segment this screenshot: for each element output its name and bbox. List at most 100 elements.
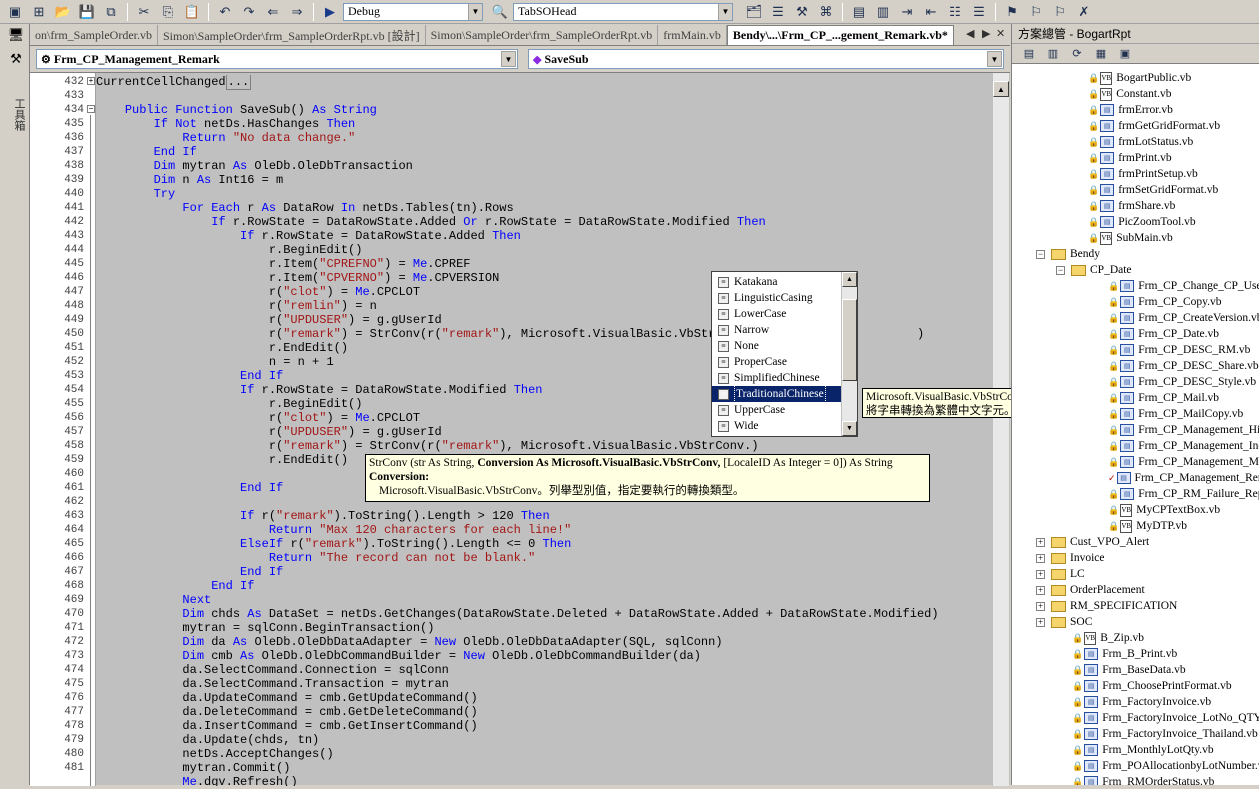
expand-icon[interactable]: + bbox=[1036, 617, 1045, 627]
tree-file-node[interactable]: 🔒▤Frm_CP_Change_CP_User.vb bbox=[1108, 278, 1259, 294]
tree-folder-node[interactable]: − CP_Date bbox=[1056, 262, 1132, 278]
tree-file-node[interactable]: 🔒 ▤ Frm_B_Print.vb bbox=[1072, 646, 1177, 662]
code-line[interactable]: End If bbox=[96, 579, 992, 593]
tree-file-node[interactable]: 🔒 ▤ Frm_FactoryInvoice_Thailand.vb bbox=[1072, 726, 1258, 742]
intellisense-item[interactable]: ≡ TraditionalChinese bbox=[712, 385, 857, 403]
scroll-down-icon[interactable]: ▼ bbox=[842, 421, 857, 436]
tree-file-node[interactable]: 🔒▤Frm_CP_Management_Inquir bbox=[1108, 438, 1259, 454]
tree-file-node[interactable]: 🔒 ▤ frmGetGridFormat.vb bbox=[1088, 118, 1220, 134]
tree-file-node[interactable]: 🔒 ▤ frmSetGridFormat.vb bbox=[1088, 182, 1218, 198]
tree-file-node[interactable]: 🔒 ▤ frmPrint.vb bbox=[1088, 150, 1172, 166]
tree-folder-node[interactable]: + OrderPlacement bbox=[1036, 582, 1145, 598]
chevron-down-icon[interactable]: ▼ bbox=[468, 3, 482, 20]
code-line[interactable]: If Not netDs.HasChanges Then bbox=[96, 117, 992, 131]
tree-file-node[interactable]: 🔒 ▤ Frm_CP_DESC_Style.vb bbox=[1108, 374, 1256, 390]
code-line[interactable]: Try bbox=[96, 187, 992, 201]
code-line[interactable]: If r.RowState = DataRowState.Added Or r.… bbox=[96, 215, 992, 229]
code-line[interactable]: da.InsertCommand = cmb.GetInsertCommand(… bbox=[96, 719, 992, 733]
tree-file-node[interactable]: 🔒 ▤ frmShare.vb bbox=[1088, 198, 1175, 214]
expand-icon[interactable]: + bbox=[1036, 553, 1045, 563]
tree-file-node[interactable]: 🔒 VB SubMain.vb bbox=[1088, 230, 1173, 246]
tree-folder-node[interactable]: + SOC bbox=[1036, 614, 1092, 630]
uncomment-icon[interactable]: ☰ bbox=[968, 2, 990, 22]
code-line[interactable]: r.BeginEdit() bbox=[96, 243, 992, 257]
code-line[interactable]: Return "Max 120 characters for each line… bbox=[96, 523, 992, 537]
code-line[interactable]: CurrentCellChanged... bbox=[96, 75, 992, 90]
expand-icon[interactable]: + bbox=[1036, 537, 1045, 547]
properties-icon[interactable]: ☰ bbox=[767, 2, 789, 22]
chevron-down-icon[interactable]: ▼ bbox=[987, 51, 1002, 67]
tree-file-node[interactable]: 🔒 ▤ PicZoomTool.vb bbox=[1088, 214, 1196, 230]
tree-file-node[interactable]: 🔒 VB B_Zip.vb bbox=[1072, 630, 1144, 646]
expand-icon[interactable]: + bbox=[1036, 585, 1045, 595]
intellisense-item[interactable]: ≡ LowerCase bbox=[712, 306, 857, 322]
code-line[interactable]: Dim da As OleDb.OleDbDataAdapter = New O… bbox=[96, 635, 992, 649]
undo-icon[interactable]: ↶ bbox=[214, 2, 236, 22]
solution-tree[interactable]: 🔒 VB BogartPublic.vb 🔒 VB Constant.vb 🔒 ▤ frmErr… bbox=[1012, 68, 1259, 785]
tree-file-node[interactable]: 🔒 ▤ Frm_BaseData.vb bbox=[1072, 662, 1186, 678]
code-line[interactable]: Next bbox=[96, 593, 992, 607]
tree-file-node[interactable]: 🔒▤Frm_CP_RM_Failure_Report bbox=[1108, 486, 1259, 502]
intellisense-list[interactable]: ≡ Katakana ≡ LinguisticCasing ≡ LowerCase ≡ Nar… bbox=[711, 271, 858, 437]
code-line[interactable]: If r("remark").ToString().Length > 120 T… bbox=[96, 509, 992, 523]
code-line[interactable]: da.UpdateCommand = cmb.GetUpdateCommand(… bbox=[96, 691, 992, 705]
refresh-icon[interactable]: ⟳ bbox=[1068, 46, 1086, 62]
document-tab[interactable]: Simon\SampleOrder\frm_SampleOrderRpt.vb bbox=[426, 25, 659, 45]
show-all-files-icon[interactable]: ▥ bbox=[1044, 46, 1062, 62]
tree-file-node[interactable]: 🔒 ▤ Frm_CP_DESC_Share.vb bbox=[1108, 358, 1259, 374]
code-line[interactable]: Dim chds As DataSet = netDs.GetChanges(D… bbox=[96, 607, 992, 621]
code-line[interactable]: End If bbox=[96, 145, 992, 159]
tree-file-node[interactable]: 🔒▤Frm_CP_Management_Maint bbox=[1108, 454, 1259, 470]
tree-file-node[interactable]: 🔒 VB MyDTP.vb bbox=[1108, 518, 1187, 534]
intellisense-item[interactable]: ≡ Wide bbox=[712, 418, 857, 434]
chevron-down-icon[interactable]: ▼ bbox=[718, 3, 732, 20]
tree-folder-node[interactable]: − Bendy bbox=[1036, 246, 1100, 262]
start-icon[interactable]: ▶ bbox=[319, 2, 341, 22]
expand-icon[interactable]: + bbox=[1036, 601, 1045, 611]
scroll-up-icon[interactable]: ▲ bbox=[993, 81, 1009, 97]
intellisense-item[interactable]: ≡ None bbox=[712, 338, 857, 354]
tree-file-node[interactable]: 🔒 ▤ Frm_POAllocationbyLotNumber.v bbox=[1072, 758, 1259, 774]
cut-icon[interactable]: ✂ bbox=[133, 2, 155, 22]
paste-icon[interactable]: 📋 bbox=[181, 2, 203, 22]
code-line[interactable]: mytran = sqlConn.BeginTransaction() bbox=[96, 621, 992, 635]
copy-icon[interactable]: ⎘ bbox=[157, 2, 179, 22]
chevron-down-icon[interactable]: ▼ bbox=[501, 51, 516, 67]
tree-file-node[interactable]: 🔒 ▤ Frm_CP_Mail.vb bbox=[1108, 390, 1219, 406]
comment-icon[interactable]: ☷ bbox=[944, 2, 966, 22]
tree-file-node[interactable]: 🔒 ▤ frmLotStatus.vb bbox=[1088, 134, 1193, 150]
code-editor[interactable]: 432 433 434 435 436 437 438 439 440 441 442 443 444 4… bbox=[30, 72, 1010, 786]
solution-explorer-icon[interactable]: 🗂 bbox=[743, 2, 765, 22]
new-project-icon[interactable]: ▣ bbox=[4, 2, 26, 22]
tree-file-node[interactable]: 🔒 VB Constant.vb bbox=[1088, 86, 1171, 102]
code-line[interactable]: da.DeleteCommand = cmb.GetDeleteCommand(… bbox=[96, 705, 992, 719]
code-line[interactable]: Dim cmb As OleDb.OleDbCommandBuilder = N… bbox=[96, 649, 992, 663]
method-name-combo[interactable]: ◆ SaveSub ▼ bbox=[528, 49, 1004, 69]
intellisense-item[interactable]: ≡ LinguisticCasing bbox=[712, 290, 857, 306]
solution-configuration-combo[interactable]: Debug ▼ bbox=[343, 2, 483, 21]
collapse-icon[interactable]: − bbox=[87, 105, 95, 113]
code-line[interactable]: r.Item("CPREFNO") = Me.CPREF bbox=[96, 257, 992, 271]
code-line[interactable]: Return "No data change." bbox=[96, 131, 992, 145]
tree-folder-node[interactable]: + Cust_VPO_Alert bbox=[1036, 534, 1149, 550]
view-designer-icon[interactable]: ▣ bbox=[1116, 46, 1134, 62]
code-line[interactable]: mytran.Commit() bbox=[96, 761, 992, 775]
intellisense-scrollbar[interactable]: ▲ ▼ bbox=[841, 272, 857, 436]
server-explorer-icon[interactable]: 🖥 bbox=[7, 26, 25, 44]
tab-scroll-right-icon[interactable]: ▶ bbox=[982, 27, 990, 40]
tree-file-node[interactable]: ✓ ▤ Frm_CP_Management_Rema bbox=[1108, 470, 1259, 486]
intellisense-item[interactable]: ≡ UpperCase bbox=[712, 402, 857, 418]
scroll-up-icon[interactable]: ▲ bbox=[842, 272, 857, 287]
tree-file-node[interactable]: 🔒 VB MyCPTextBox.vb bbox=[1108, 502, 1220, 518]
expand-icon[interactable]: + bbox=[1036, 569, 1045, 579]
close-icon[interactable]: ✕ bbox=[996, 27, 1005, 40]
prev-bookmark-icon[interactable]: ⚐ bbox=[1049, 2, 1071, 22]
find-icon[interactable]: 🔍 bbox=[489, 2, 511, 22]
tree-file-node[interactable]: 🔒 ▤ Frm_CP_DESC_RM.vb bbox=[1108, 342, 1250, 358]
align-icon[interactable]: ▥ bbox=[872, 2, 894, 22]
tree-file-node[interactable]: 🔒 ▤ Frm_FactoryInvoice_LotNo_QTY bbox=[1072, 710, 1259, 726]
code-line[interactable]: If r.RowState = DataRowState.Added Then bbox=[96, 229, 992, 243]
redo-icon[interactable]: ↷ bbox=[238, 2, 260, 22]
tab-scroll-left-icon[interactable]: ◀ bbox=[966, 27, 974, 40]
code-line[interactable]: End If bbox=[96, 565, 992, 579]
